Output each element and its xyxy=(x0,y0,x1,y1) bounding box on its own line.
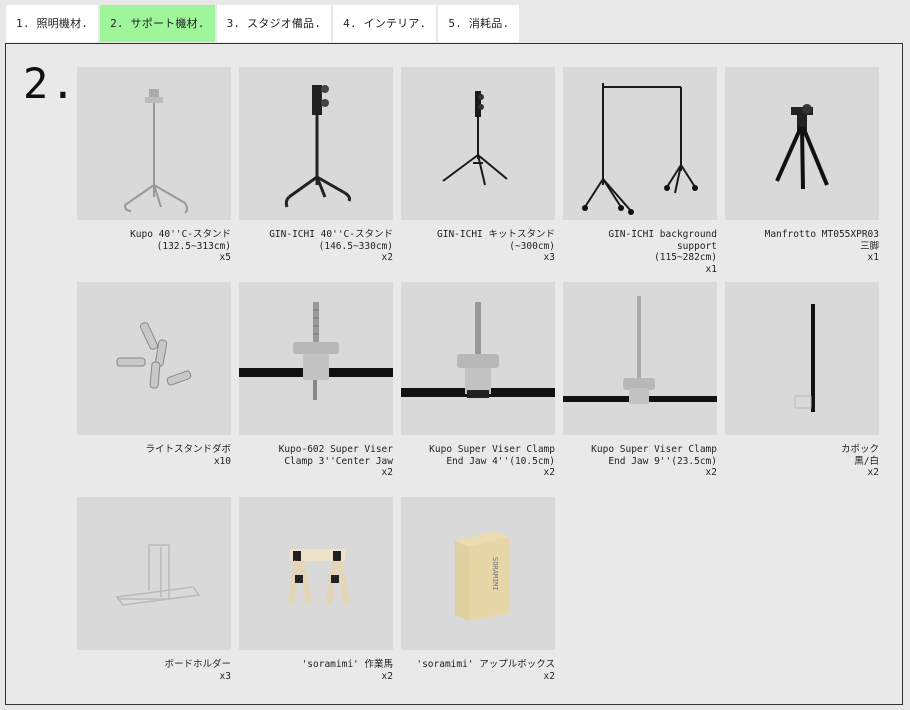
equipment-caption: Kupo Super Viser Clamp End Jaw 4''(10.5cm… xyxy=(401,444,555,479)
equipment-photo[interactable] xyxy=(77,67,231,220)
equipment-spec: 三脚 xyxy=(859,240,879,252)
tab-support[interactable]: 2. サポート機材. xyxy=(100,5,215,42)
equipment-quantity: x1 xyxy=(705,263,717,275)
equipment-caption: Kupo Super Viser Clamp End Jaw 9''(23.5cm… xyxy=(563,444,717,479)
equipment-name: 'soramimi' 作業馬 xyxy=(301,659,393,670)
equipment-quantity: x2 xyxy=(867,467,879,478)
equipment-card[interactable]: SORAMIMI 'soramimi' アップルボックス x2 xyxy=(401,497,555,682)
equipment-card[interactable]: GIN-ICHI 40''C-スタンド (146.5~330cm) x2 xyxy=(239,67,393,264)
equipment-photo[interactable] xyxy=(77,282,231,435)
equipment-card[interactable]: カポック 黒/白 x2 xyxy=(725,282,879,479)
equipment-quantity: x2 xyxy=(381,670,393,682)
equipment-name: ボードホルダー xyxy=(164,659,231,670)
equipment-card[interactable]: Kupo 40''C-スタンド (132.5~313cm) x5 xyxy=(77,67,231,264)
equipment-name: 'soramimi' アップルボックス xyxy=(416,659,555,670)
equipment-card[interactable]: Kupo Super Viser Clamp End Jaw 4''(10.5cm… xyxy=(401,282,555,479)
clamp-center-icon xyxy=(239,302,393,400)
equipment-caption: 'soramimi' 作業馬 x2 xyxy=(239,659,393,682)
equipment-caption: カポック 黒/白 x2 xyxy=(725,444,879,479)
equipment-photo[interactable] xyxy=(239,497,393,650)
board-holder-icon xyxy=(115,544,201,606)
equipment-caption: GIN-ICHI 40''C-スタンド (146.5~330cm) x2 xyxy=(239,229,393,264)
equipment-photo[interactable] xyxy=(563,67,717,220)
equipment-card[interactable]: Manfrotto MT055XPR03 三脚 x1 xyxy=(725,67,879,264)
equipment-name: Kupo 40''C-スタンド xyxy=(130,229,231,240)
equipment-quantity: x2 xyxy=(381,252,393,263)
tab-lighting[interactable]: 1. 照明機材. xyxy=(6,5,99,42)
equipment-photo[interactable] xyxy=(725,282,879,435)
equipment-card[interactable]: Kupo Super Viser Clamp End Jaw 9''(23.5cm… xyxy=(563,282,717,479)
equipment-spec: (132.5~313cm) xyxy=(156,240,231,252)
equipment-quantity: x5 xyxy=(219,252,231,263)
equipment-photo[interactable] xyxy=(401,67,555,220)
equipment-spec: (146.5~330cm) xyxy=(318,240,393,252)
equipment-caption: ボードホルダー x3 xyxy=(77,659,231,682)
equipment-caption: GIN-ICHI background support (115~282cm) x1 xyxy=(563,229,717,275)
equipment-spec: End Jaw 9''(23.5cm) xyxy=(608,455,717,467)
equipment-caption: Kupo-602 Super Viser Clamp 3''Center Jaw x… xyxy=(239,444,393,479)
tab-studio[interactable]: 3. スタジオ備品. xyxy=(216,5,332,42)
equipment-photo[interactable] xyxy=(725,67,879,220)
equipment-caption: Kupo 40''C-スタンド (132.5~313cm) x5 xyxy=(77,229,231,264)
spigot-icon xyxy=(116,322,192,389)
equipment-photo[interactable]: SORAMIMI xyxy=(401,497,555,650)
equipment-quantity: x2 xyxy=(381,467,393,478)
equipment-photo[interactable] xyxy=(563,282,717,435)
background-support-icon xyxy=(582,83,698,215)
equipment-quantity: x3 xyxy=(543,252,555,263)
equipment-spec: (115~282cm) xyxy=(654,252,717,263)
equipment-card[interactable]: Kupo-602 Super Viser Clamp 3''Center Jaw x… xyxy=(239,282,393,479)
c-stand-black-icon xyxy=(284,85,351,208)
kapok-board-icon xyxy=(794,304,815,412)
equipment-name: Kupo-602 Super Viser xyxy=(278,444,393,455)
equipment-name: GIN-ICHI background support xyxy=(608,229,717,252)
equipment-card[interactable]: ボードホルダー x3 xyxy=(77,497,231,682)
equipment-spec: Clamp 3''Center Jaw xyxy=(284,455,393,467)
tab-interior[interactable]: 4. インテリア. xyxy=(333,5,437,42)
equipment-name: GIN-ICHI キットスタンド xyxy=(437,229,555,240)
equipment-photo[interactable] xyxy=(239,282,393,435)
equipment-panel: 2. Kupo 40''C-スタンド (132.5~313cm) x5 GIN-ICH… xyxy=(5,43,903,705)
equipment-card[interactable]: ライトスタンドダボ x10 xyxy=(77,282,231,467)
equipment-name: カポック xyxy=(840,444,879,455)
tab-consumables[interactable]: 5. 消耗品. xyxy=(438,5,520,42)
equipment-spec: End Jaw 4''(10.5cm) xyxy=(446,455,555,467)
equipment-caption: ライトスタンドダボ x10 xyxy=(77,444,231,467)
equipment-quantity: x10 xyxy=(213,455,231,467)
equipment-caption: 'soramimi' アップルボックス x2 xyxy=(401,659,555,682)
equipment-photo[interactable] xyxy=(77,497,231,650)
equipment-name: Kupo Super Viser Clamp xyxy=(429,444,555,455)
equipment-spec: 黒/白 xyxy=(854,455,879,467)
equipment-card[interactable]: 'soramimi' 作業馬 x2 xyxy=(239,497,393,682)
equipment-name: Manfrotto MT055XPR03 xyxy=(764,229,879,240)
equipment-name: ライトスタンドダボ xyxy=(145,444,231,455)
equipment-quantity: x2 xyxy=(705,467,717,478)
tripod-icon xyxy=(775,104,829,190)
equipment-photo[interactable] xyxy=(401,282,555,435)
equipment-photo[interactable] xyxy=(239,67,393,220)
sawhorse-icon xyxy=(288,549,350,604)
kit-stand-icon xyxy=(442,91,508,186)
equipment-caption: Manfrotto MT055XPR03 三脚 x1 xyxy=(725,229,879,264)
apple-box-icon: SORAMIMI xyxy=(455,531,509,621)
equipment-quantity: x1 xyxy=(867,252,879,263)
equipment-card[interactable]: GIN-ICHI キットスタンド (~300cm) x3 xyxy=(401,67,555,264)
equipment-name: GIN-ICHI 40''C-スタンド xyxy=(269,229,393,240)
clamp-end-long-icon xyxy=(563,296,717,404)
equipment-name: Kupo Super Viser Clamp xyxy=(591,444,717,455)
svg-text:SORAMIMI: SORAMIMI xyxy=(491,557,499,591)
equipment-quantity: x3 xyxy=(219,670,231,682)
section-number: 2. xyxy=(23,59,78,108)
c-stand-silver-icon xyxy=(124,89,188,214)
equipment-card[interactable]: GIN-ICHI background support (115~282cm) x1 xyxy=(563,67,717,275)
equipment-caption: GIN-ICHI キットスタンド (~300cm) x3 xyxy=(401,229,555,264)
category-tabs: 1. 照明機材. 2. サポート機材. 3. スタジオ備品. 4. インテリア.… xyxy=(6,5,521,42)
clamp-end-short-icon xyxy=(401,302,555,398)
equipment-spec: (~300cm) xyxy=(509,240,555,252)
equipment-quantity: x2 xyxy=(543,467,555,478)
equipment-quantity: x2 xyxy=(543,670,555,682)
